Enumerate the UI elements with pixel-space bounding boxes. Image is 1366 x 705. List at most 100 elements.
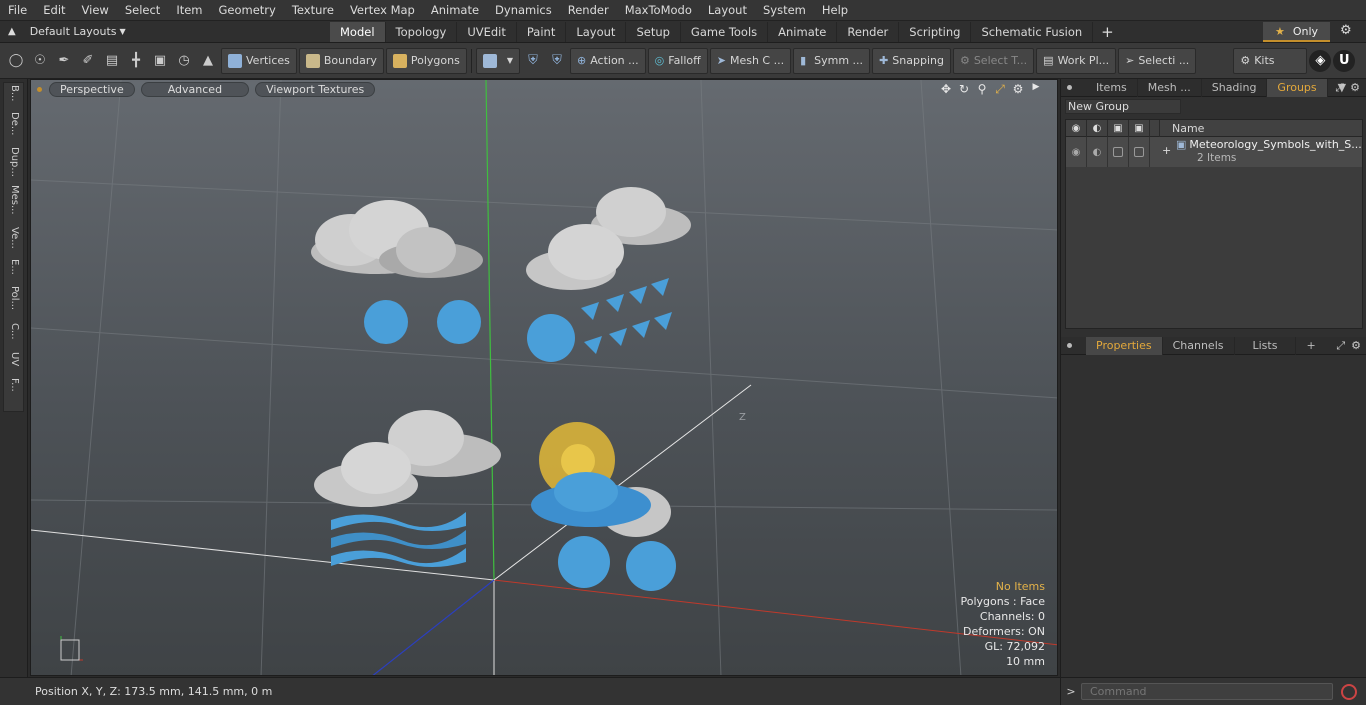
add-tab-plus-icon[interactable]: + [1093,23,1122,41]
polygons-button[interactable]: Polygons [385,47,467,74]
fit-view-icon[interactable]: ⤢ [991,82,1009,97]
menu-system[interactable]: System [755,0,814,21]
name-column-header[interactable]: Name [1160,122,1204,135]
menu-vertex-map[interactable]: Vertex Map [342,0,423,21]
menu-edit[interactable]: Edit [35,0,73,21]
brush-icon[interactable]: ✐ [77,50,99,72]
menu-dynamics[interactable]: Dynamics [487,0,560,21]
tab-uvedit[interactable]: UVEdit [457,21,517,42]
menu-help[interactable]: Help [814,0,856,21]
viewport-gear-icon[interactable]: ⚙ [1009,82,1027,97]
menu-render[interactable]: Render [560,0,617,21]
shield-icon[interactable]: ⛨ [522,50,544,72]
menu-select[interactable]: Select [117,0,168,21]
viewport-tab-advanced[interactable]: Advanced [140,81,250,97]
menu-texture[interactable]: Texture [284,0,342,21]
properties-gear-icon[interactable]: ⚙ [1351,337,1361,355]
mesh-constraint-button[interactable]: ➤ Mesh C ... [709,47,792,74]
add-tab-plus-icon[interactable]: + [1296,337,1325,355]
center-icon[interactable]: ╋ [125,50,147,72]
left-tab-mesh-edit[interactable]: Mes... [6,185,20,215]
rotate-view-icon[interactable]: ↻ [955,82,973,97]
tab-mesh[interactable]: Mesh ... [1138,78,1202,97]
left-tab-fusion[interactable]: F... [6,378,20,392]
falloff-button[interactable]: ◎ Falloff [647,47,708,74]
modo-logo-icon[interactable]: ◈ [1309,49,1332,72]
tab-channels[interactable]: Channels [1163,336,1235,355]
tab-lists[interactable]: Lists [1235,336,1297,355]
row-render-icon[interactable]: ◐ [1087,137,1108,167]
command-input[interactable] [1081,683,1333,700]
zoom-view-icon[interactable]: ⚲ [973,82,991,97]
tab-groups[interactable]: Groups [1267,78,1328,97]
record-macro-icon[interactable] [1341,683,1357,700]
gear-icon[interactable]: ⚙ [1340,23,1352,38]
only-toggle[interactable]: ★ Only [1263,22,1330,42]
tab-layout[interactable]: Layout [566,21,627,42]
tab-paint[interactable]: Paint [517,21,567,42]
tab-shading[interactable]: Shading [1202,78,1268,97]
action-button[interactable]: ⊕ Action ... [569,47,646,74]
expand-plus-icon[interactable]: + [1162,144,1171,157]
work-plane-button[interactable]: ▤ Work Pl... [1036,47,1117,74]
viewport-expand-icon[interactable]: ▶ [1027,82,1045,97]
render-column-icon[interactable]: ◐ [1087,119,1108,137]
left-tab-basic[interactable]: B... [6,85,20,101]
item-mode-icon[interactable]: ▲ [197,50,219,72]
material-button[interactable]: ▼ [475,47,520,74]
tab-game-tools[interactable]: Game Tools [681,21,769,42]
panel-gear-icon[interactable]: ⚙ [1350,79,1360,97]
tab-schematic-fusion[interactable]: Schematic Fusion [971,21,1094,42]
tab-topology[interactable]: Topology [386,21,458,42]
tab-animate[interactable]: Animate [768,21,838,42]
pen-icon[interactable]: ✒ [53,50,75,72]
row-select-checkbox[interactable] [1129,137,1150,167]
viewport-tab-textures[interactable]: Viewport Textures [255,81,376,97]
visibility-column-eye-icon[interactable]: ◉ [1066,119,1087,137]
menu-view[interactable]: View [74,0,117,21]
move-view-icon[interactable]: ✥ [937,82,955,97]
left-tab-curve[interactable]: C... [6,323,20,340]
menu-layout[interactable]: Layout [700,0,755,21]
symmetry-button[interactable]: ▮ Symm ... [793,47,871,74]
unreal-logo-icon[interactable]: U [1333,49,1356,72]
layout-selector[interactable]: ▲ Default Layouts ▼ [0,25,330,38]
tab-items[interactable]: Items [1086,78,1138,97]
menu-file[interactable]: File [0,0,35,21]
tab-model[interactable]: Model [330,21,386,42]
timer-icon[interactable]: ◷ [173,50,195,72]
row-eye-icon[interactable]: ◉ [1066,137,1087,167]
tab-setup[interactable]: Setup [626,21,681,42]
3d-viewport[interactable]: Z Perspective Advanced Viewport Textures… [30,79,1058,676]
tab-scripting[interactable]: Scripting [899,21,972,42]
new-group-button[interactable]: New Group [1065,99,1181,114]
menu-maxtomodo[interactable]: MaxToModo [617,0,700,21]
select-through-button[interactable]: ⚙ Select T... [952,47,1035,74]
group-row[interactable]: ◉ ◐ + ▣ Meteorology_Symbols_with_S... 2 I… [1066,137,1362,167]
left-tab-uv[interactable]: UV [6,352,20,366]
left-tab-deform[interactable]: De... [6,112,20,135]
shield-gear-icon[interactable]: ⛨ [546,50,568,72]
kits-button[interactable]: ⚙ Kits [1233,47,1308,74]
expand-panel-icon[interactable]: ⤢ [1335,79,1344,97]
menu-animate[interactable]: Animate [423,0,487,21]
row-lock-checkbox[interactable] [1108,137,1129,167]
align-icon[interactable]: ▤ [101,50,123,72]
left-tab-duplicate[interactable]: Dup... [6,147,20,177]
menu-item[interactable]: Item [168,0,210,21]
select-column-icon[interactable]: ▣ [1129,119,1150,137]
menu-geometry[interactable]: Geometry [211,0,284,21]
viewport-tab-perspective[interactable]: Perspective [49,81,135,97]
left-tab-vertex[interactable]: Ve... [6,227,20,249]
lock-column-icon[interactable]: ▣ [1108,119,1129,137]
circle-select-icon[interactable]: ◯ [5,50,27,72]
expand-properties-icon[interactable]: ⤢ [1336,337,1345,355]
left-tab-polygon[interactable]: Pol... [6,286,20,310]
tab-render[interactable]: Render [837,21,900,42]
square-select-icon[interactable]: ▣ [149,50,171,72]
left-tab-edge[interactable]: E... [6,259,20,275]
snapping-button[interactable]: ✚ Snapping [872,47,951,74]
boundary-button[interactable]: Boundary [298,47,384,74]
tab-properties[interactable]: Properties [1086,336,1163,355]
vertices-button[interactable]: Vertices [221,47,297,74]
